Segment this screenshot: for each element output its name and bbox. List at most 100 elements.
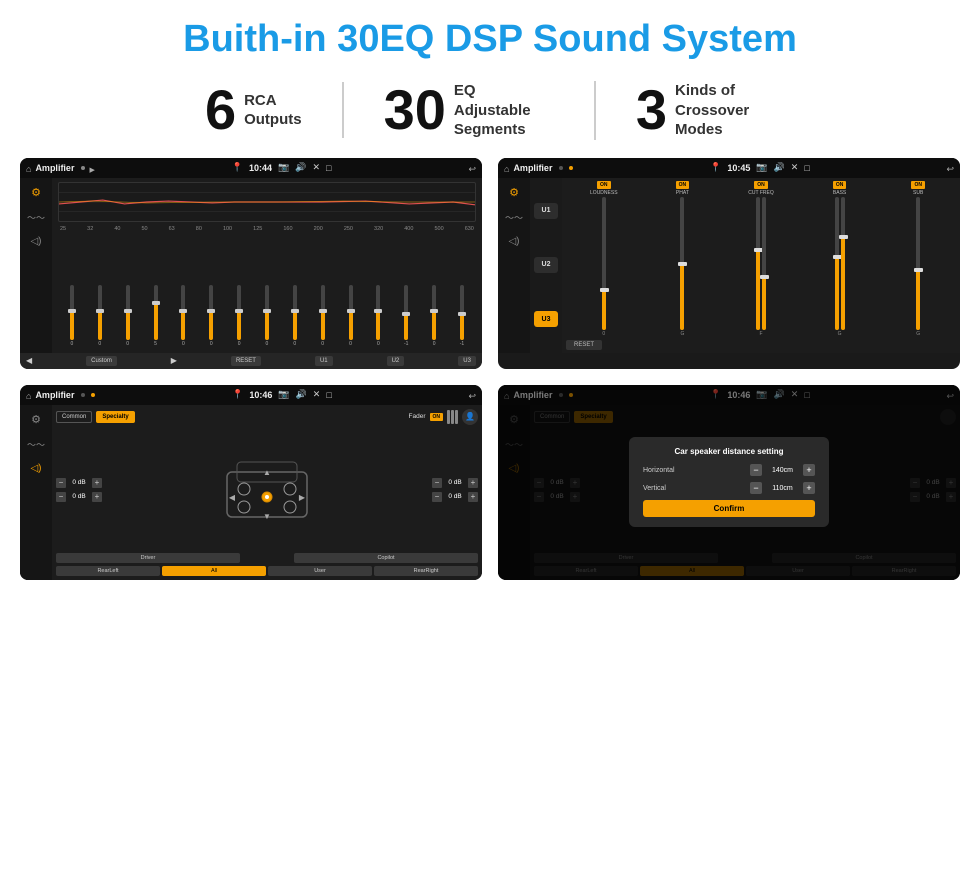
home-icon-1[interactable] [26,159,31,177]
wave-icon-3[interactable]: 〜〜 [27,438,45,451]
eq-icon-3[interactable]: ⚙ [31,413,41,426]
screen3: Amplifier 📍 10:46 📷🔊✕□ ⚙ 〜〜 ◁) Common [20,385,482,580]
stat-number-6: 6 [205,82,236,138]
back-icon-3[interactable] [468,386,476,404]
car-diagram: ▲ ▼ ◀ ▶ [106,457,428,522]
vol-ctrl-tr: − 0 dB + [432,478,478,488]
vol-plus-bl[interactable]: + [92,492,102,502]
play-icon-1[interactable] [89,159,94,177]
profile-icon-3[interactable]: 👤 [462,409,478,425]
play-btn[interactable]: ▶ [171,356,177,365]
confirm-button[interactable]: Confirm [643,500,815,517]
u3-btn[interactable]: U3 [458,356,476,366]
vol-plus-tr[interactable]: + [468,478,478,488]
location-icon-1: 📍 [232,162,243,173]
rearleft-btn[interactable]: RearLeft [56,566,160,576]
screenshots-grid: Amplifier 📍 10:44 📷 🔊 ✕ □ ⚙ 〜〜 ◁) [0,154,980,590]
fader-main: Common Specialty Fader ON 👤 [52,405,482,580]
stat-label-crossover: Kinds ofCrossover Modes [675,81,775,140]
user-btn[interactable]: User [268,566,372,576]
vol-minus-bl[interactable]: − [56,492,66,502]
stat-item-rca: 6 RCAOutputs [165,82,344,138]
x-icon-1[interactable]: ✕ [313,162,321,173]
speaker-icon-3[interactable]: ◁) [30,463,41,474]
vol-plus-tl[interactable]: + [92,478,102,488]
common-tab[interactable]: Common [56,411,92,423]
app-title-3: Amplifier [35,390,74,400]
home-icon-3[interactable] [26,386,31,404]
svg-text:▶: ▶ [299,493,306,502]
speaker-icon-1[interactable]: ◁) [30,236,41,247]
u2-preset[interactable]: U2 [534,257,558,273]
dialog-overlay: Car speaker distance setting Horizontal … [498,385,960,580]
vol-ctrl-bl: − 0 dB + [56,492,102,502]
rearright-btn[interactable]: RearRight [374,566,478,576]
vol-minus-tl[interactable]: − [56,478,66,488]
back-icon-1[interactable] [468,159,476,177]
home-icon-2[interactable] [504,159,509,177]
screen1: Amplifier 📍 10:44 📷 🔊 ✕ □ ⚙ 〜〜 ◁) [20,158,482,369]
stat-item-eq: 30 EQ AdjustableSegments [344,81,596,140]
u2-btn[interactable]: U2 [387,356,405,366]
eq-icon-1[interactable]: ⚙ [31,186,41,199]
horizontal-controls: − 140cm + [750,464,815,476]
horizontal-label: Horizontal [643,467,675,474]
stat-number-3: 3 [636,82,667,138]
eq-graph [58,182,476,222]
status-dot-1 [81,166,85,170]
screen2: Amplifier 📍 10:45 📷🔊✕□ ⚙ 〜〜 ◁) U1 [498,158,960,369]
prev-arrow[interactable]: ◀ [26,356,32,365]
bottom-presets: Driver Copilot [56,553,478,563]
vol-plus-br[interactable]: + [468,492,478,502]
all-btn[interactable]: All [162,566,266,576]
svg-text:◀: ◀ [229,493,236,502]
vol-minus-tr[interactable]: − [432,478,442,488]
speaker-icon-2[interactable]: ◁) [508,236,519,247]
vol-ctrl-tl: − 0 dB + [56,478,102,488]
vertical-minus[interactable]: − [750,482,762,494]
app-title-2: Amplifier [513,163,552,173]
stat-item-crossover: 3 Kinds ofCrossover Modes [596,81,815,140]
u1-btn[interactable]: U1 [315,356,333,366]
horizontal-value: 140cm [765,467,800,474]
eq-icon-2[interactable]: ⚙ [509,186,519,199]
back-icon-2[interactable] [946,159,954,177]
wave-icon-2[interactable]: 〜〜 [505,211,523,224]
driver-btn[interactable]: Driver [56,553,240,563]
vol-icon-1: 🔊 [295,162,306,173]
amp-channels-area: ON LOUDNESS 0 ON PHAT [562,178,960,353]
dialog-title: Car speaker distance setting [643,447,815,456]
horizontal-minus[interactable]: − [750,464,762,476]
fader-on[interactable]: ON [430,413,444,421]
channel-loudness: ON LOUDNESS 0 [566,181,642,337]
stats-row: 6 RCAOutputs 30 EQ AdjustableSegments 3 … [0,71,980,154]
copilot-btn[interactable]: Copilot [294,553,478,563]
custom-btn[interactable]: Custom [86,356,117,366]
specialty-tab[interactable]: Specialty [96,411,134,423]
vertical-field: Vertical − 110cm + [643,482,815,494]
svg-text:▼: ▼ [263,512,271,521]
vertical-plus[interactable]: + [803,482,815,494]
status-bar-3: Amplifier 📍 10:46 📷🔊✕□ [20,385,482,405]
freq-labels: 253240506380100125160200250320400500630 [58,226,476,232]
fader-label: Fader [409,413,426,420]
wave-icon-1[interactable]: 〜〜 [27,211,45,224]
reset-btn-1[interactable]: RESET [231,356,261,366]
u3-preset[interactable]: U3 [534,311,558,327]
speaker-distance-dialog: Car speaker distance setting Horizontal … [629,437,829,527]
left-sidebar-3: ⚙ 〜〜 ◁) [20,405,52,580]
status-bar-2: Amplifier 📍 10:45 📷🔊✕□ [498,158,960,178]
channel-bass: ON BASS G [802,181,878,337]
time-3: 10:46 [249,390,272,400]
left-sidebar-1: ⚙ 〜〜 ◁) [20,178,52,353]
u1-preset[interactable]: U1 [534,203,558,219]
stat-label-eq: EQ AdjustableSegments [454,81,554,140]
sq-icon-1[interactable]: □ [326,163,331,173]
vol-minus-br[interactable]: − [432,492,442,502]
vertical-label: Vertical [643,485,666,492]
time-2: 10:45 [727,163,750,173]
channel-cutfreq: ON CUT FREQ F [723,181,799,337]
left-sidebar-2: ⚙ 〜〜 ◁) [498,178,530,353]
horizontal-plus[interactable]: + [803,464,815,476]
reset-btn-2[interactable]: RESET [566,340,602,350]
